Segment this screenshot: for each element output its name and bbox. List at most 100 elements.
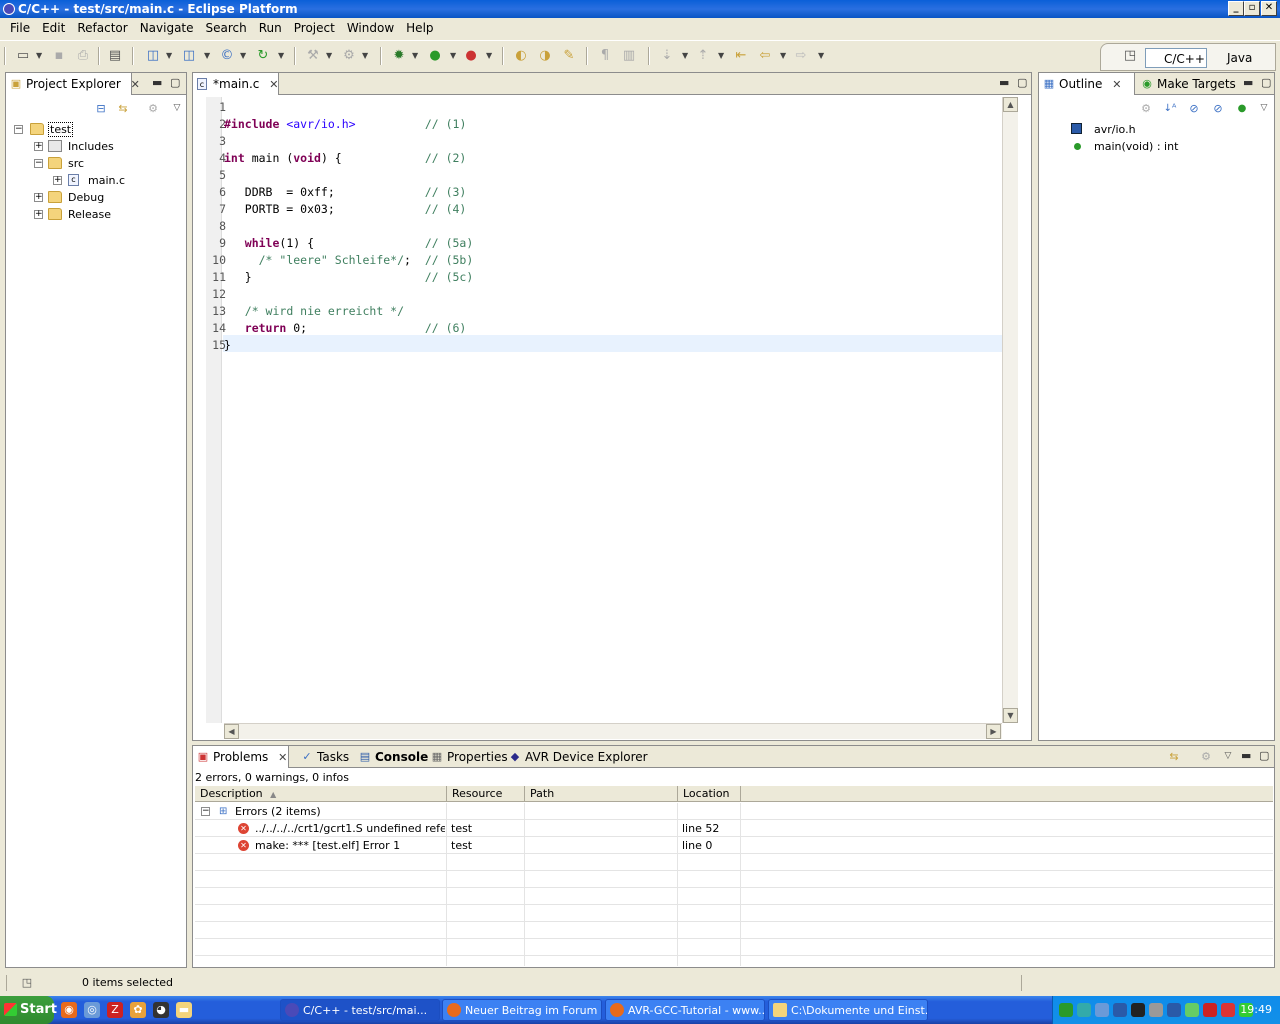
explorer-folder-icon[interactable]: ▬ bbox=[176, 1002, 192, 1018]
tray-volume-icon[interactable] bbox=[1149, 1003, 1163, 1017]
hammer-icon[interactable]: ⚒ bbox=[304, 47, 322, 65]
menu-navigate[interactable]: Navigate bbox=[134, 21, 200, 35]
new-project-dropdown-icon[interactable]: ▼ bbox=[166, 51, 173, 60]
tray-network-icon[interactable] bbox=[1095, 1003, 1109, 1017]
tray-app-icon[interactable] bbox=[1221, 1003, 1235, 1017]
minimize-icon[interactable]: ▬ bbox=[1241, 749, 1251, 762]
tray-bluetooth-icon[interactable] bbox=[1113, 1003, 1127, 1017]
tab-project-explorer[interactable]: ▣ Project Explorer ✕ bbox=[6, 73, 140, 95]
maximize-icon[interactable]: ▢ bbox=[1261, 76, 1271, 89]
view-menu-icon[interactable]: ▽ bbox=[1255, 99, 1273, 117]
close-window-button[interactable]: ✕ bbox=[1261, 1, 1277, 16]
tree-item-debug[interactable]: Debug bbox=[48, 189, 104, 206]
expander-icon[interactable]: + bbox=[34, 142, 43, 151]
hide-fields-icon[interactable]: ⊘ bbox=[1185, 100, 1203, 118]
tab-outline[interactable]: ▦ Outline ✕ bbox=[1039, 73, 1135, 95]
tree-item-main-c[interactable]: c main.c bbox=[68, 172, 125, 189]
external-tools-icon[interactable]: ● bbox=[462, 47, 480, 65]
print-icon[interactable]: ⎙ bbox=[74, 47, 92, 65]
menu-refactor[interactable]: Refactor bbox=[71, 21, 133, 35]
code-editor[interactable]: 1 2 #include <avr/io.h> // (1) 3 4 int main (… bbox=[206, 97, 1002, 723]
close-icon[interactable]: ✕ bbox=[131, 78, 140, 91]
sync-icon[interactable]: ⚙ bbox=[1137, 100, 1155, 118]
settings-dropdown-icon[interactable]: ▼ bbox=[362, 51, 369, 60]
firefox-icon[interactable]: ◉ bbox=[61, 1002, 77, 1018]
table-row[interactable]: ✕ make: *** [test.elf] Error 1 test line… bbox=[195, 837, 1273, 854]
network-icon[interactable]: ◎ bbox=[84, 1002, 100, 1018]
column-location[interactable]: Location bbox=[678, 786, 741, 802]
maximize-icon[interactable]: ▢ bbox=[1259, 749, 1269, 762]
tray-app-icon[interactable] bbox=[1077, 1003, 1091, 1017]
next-annotation-dropdown-icon[interactable]: ▼ bbox=[682, 51, 689, 60]
table-row[interactable]: ✕ ../../../../crt1/gcrt1.S undefined ref… bbox=[195, 820, 1273, 837]
editor-horizontal-scrollbar[interactable]: ◀ ▶ bbox=[224, 723, 1002, 739]
filezilla-icon[interactable]: Z bbox=[107, 1002, 123, 1018]
perspective-java[interactable]: Java bbox=[1209, 48, 1269, 68]
minimize-window-button[interactable]: _ bbox=[1228, 1, 1244, 16]
minimize-icon[interactable]: ▬ bbox=[999, 76, 1009, 89]
toggle-mark-icon[interactable]: ¶ bbox=[596, 47, 614, 65]
open-perspective-icon[interactable]: ◳ bbox=[1121, 47, 1139, 65]
run-icon[interactable]: ● bbox=[426, 47, 444, 65]
column-description[interactable]: Description ▲ bbox=[195, 786, 447, 802]
previous-annotation-dropdown-icon[interactable]: ▼ bbox=[718, 51, 725, 60]
tree-item-src[interactable]: src bbox=[48, 155, 84, 172]
tab-avr-device-explorer[interactable]: ◆ AVR Device Explorer bbox=[505, 746, 648, 768]
scroll-right-icon[interactable]: ▶ bbox=[986, 724, 1001, 739]
build-icon[interactable]: ↻ bbox=[254, 47, 272, 65]
previous-annotation-icon[interactable]: ⇡ bbox=[694, 47, 712, 65]
tree-item-includes[interactable]: Includes bbox=[48, 138, 114, 155]
scroll-up-icon[interactable]: ▲ bbox=[1003, 97, 1018, 112]
expander-icon[interactable]: + bbox=[34, 210, 43, 219]
new-class-icon[interactable]: © bbox=[218, 47, 236, 65]
binary-icon[interactable]: ▤ bbox=[106, 47, 124, 65]
debug-dropdown-icon[interactable]: ▼ bbox=[412, 51, 419, 60]
expander-icon[interactable]: − bbox=[201, 807, 210, 816]
perspective-cpp[interactable]: C/C++ bbox=[1145, 48, 1207, 68]
tab-properties[interactable]: ▦ Properties bbox=[427, 746, 508, 768]
menu-help[interactable]: Help bbox=[400, 21, 439, 35]
menu-search[interactable]: Search bbox=[200, 21, 253, 35]
messenger-icon[interactable]: ✿ bbox=[130, 1002, 146, 1018]
close-icon[interactable]: ✕ bbox=[269, 78, 278, 91]
scroll-left-icon[interactable]: ◀ bbox=[224, 724, 239, 739]
start-button[interactable]: Start bbox=[0, 996, 57, 1024]
column-resource[interactable]: Resource bbox=[447, 786, 525, 802]
tray-app-icon[interactable] bbox=[1167, 1003, 1181, 1017]
last-edit-icon[interactable]: ⇤ bbox=[732, 47, 750, 65]
taskbar-button-eclipse[interactable]: C/C++ - test/src/mai... bbox=[280, 999, 440, 1021]
view-menu-icon[interactable]: ▽ bbox=[168, 99, 186, 117]
taskbar-button-tutorial[interactable]: AVR-GCC-Tutorial - www.... bbox=[605, 999, 765, 1021]
tray-app-icon[interactable] bbox=[1131, 1003, 1145, 1017]
minimize-icon[interactable]: ▬ bbox=[152, 76, 162, 89]
scroll-down-icon[interactable]: ▼ bbox=[1003, 708, 1018, 723]
back-dropdown-icon[interactable]: ▼ bbox=[780, 51, 787, 60]
settings-icon[interactable]: ⚙ bbox=[340, 47, 358, 65]
new-class-dropdown-icon[interactable]: ▼ bbox=[240, 51, 247, 60]
back-icon[interactable]: ⇦ bbox=[756, 47, 774, 65]
tray-security-icon[interactable] bbox=[1203, 1003, 1217, 1017]
hammer-dropdown-icon[interactable]: ▼ bbox=[326, 51, 333, 60]
search-icon[interactable]: ✎ bbox=[560, 47, 578, 65]
maximize-icon[interactable]: ▢ bbox=[170, 76, 180, 89]
restore-window-button[interactable]: ▫ bbox=[1244, 1, 1260, 16]
outline-item-main[interactable]: main(void) : int bbox=[1071, 138, 1178, 155]
tree-item-project[interactable]: test bbox=[30, 121, 74, 138]
forward-dropdown-icon[interactable]: ▼ bbox=[818, 51, 825, 60]
debug-icon[interactable]: ✹ bbox=[390, 47, 408, 65]
tray-app-icon[interactable] bbox=[1185, 1003, 1199, 1017]
new-icon[interactable]: ▭ bbox=[14, 47, 32, 65]
open-type-icon[interactable]: ◐ bbox=[512, 47, 530, 65]
maximize-icon[interactable]: ▢ bbox=[1017, 76, 1027, 89]
run-dropdown-icon[interactable]: ▼ bbox=[450, 51, 457, 60]
open-element-icon[interactable]: ◑ bbox=[536, 47, 554, 65]
table-row-group[interactable]: − ⊞ Errors (2 items) bbox=[195, 803, 1273, 820]
outline-item-include[interactable]: avr/io.h bbox=[1071, 121, 1136, 138]
tray-app-icon[interactable] bbox=[1059, 1003, 1073, 1017]
tab-main-c[interactable]: c *main.c ✕ bbox=[193, 73, 279, 95]
new-folder-icon[interactable]: ◫ bbox=[180, 47, 198, 65]
filter-icon[interactable]: ⇆ bbox=[1165, 748, 1183, 766]
settings-icon[interactable]: ⚙ bbox=[1197, 748, 1215, 766]
hide-static-icon[interactable]: ⊘ bbox=[1209, 100, 1227, 118]
show-whitespace-icon[interactable]: ▥ bbox=[620, 47, 638, 65]
